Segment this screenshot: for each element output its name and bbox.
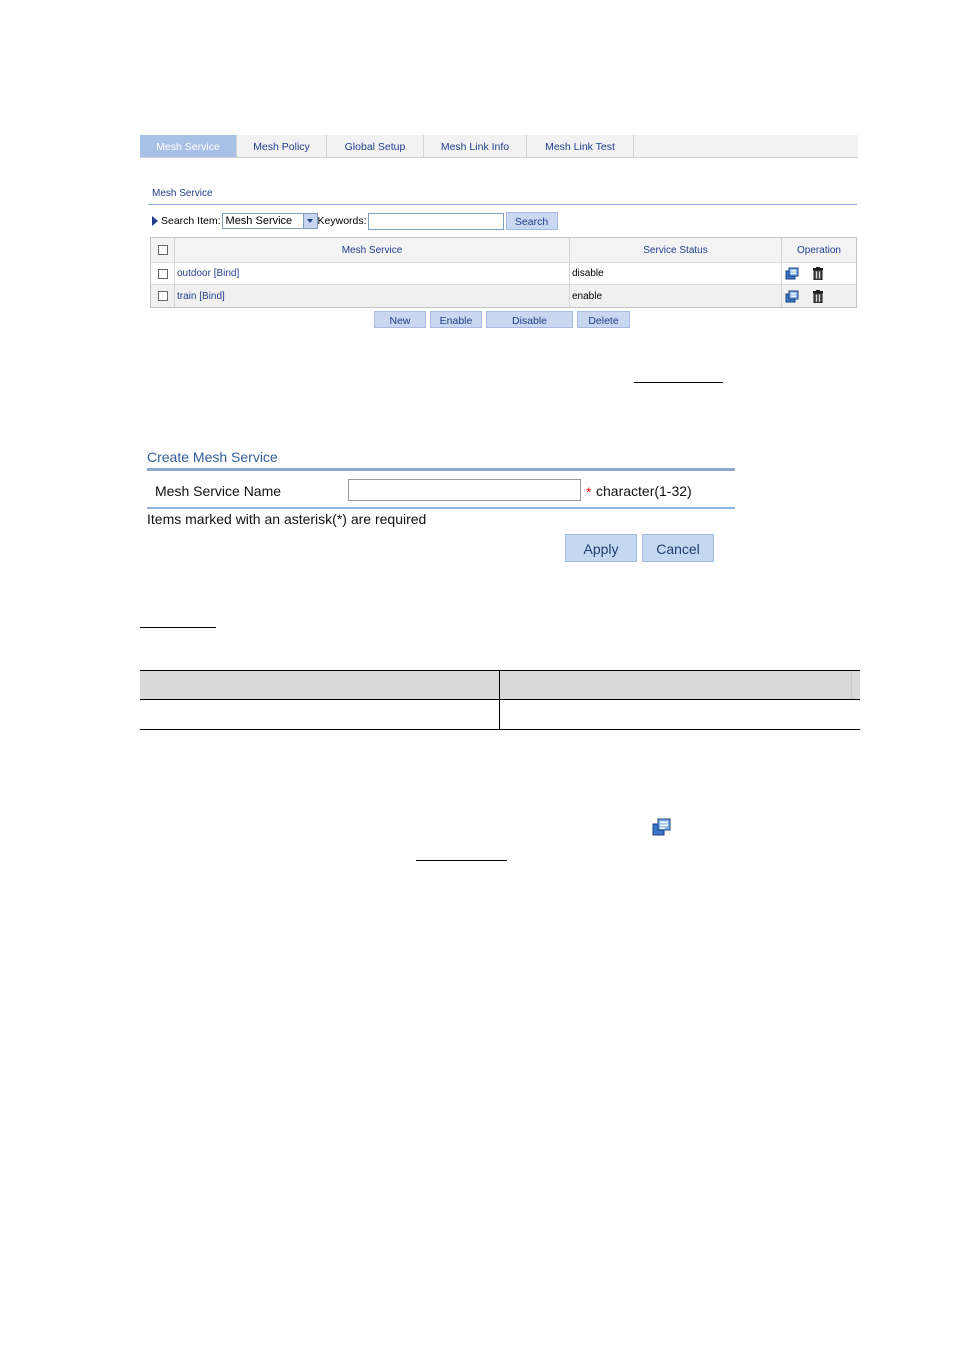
search-bar: Search Item: Mesh Service Keywords: Sear… [152, 211, 558, 231]
table-row: train [Bind] enable [151, 285, 856, 307]
delete-icon[interactable] [813, 267, 823, 281]
doc-table-header-cell [140, 671, 500, 699]
tab-mesh-link-test[interactable]: Mesh Link Test [527, 135, 634, 157]
doc-table-header-cell [500, 671, 852, 699]
keywords-label: Keywords: [317, 215, 367, 227]
required-note: Items marked with an asterisk(*) are req… [147, 511, 427, 527]
section-title: Mesh Service [152, 188, 213, 199]
tab-mesh-service[interactable]: Mesh Service [140, 135, 237, 157]
section-divider [148, 204, 857, 205]
search-item-label: Search Item: [161, 215, 221, 227]
cross-reference-underline[interactable] [416, 860, 507, 861]
mesh-service-link[interactable]: outdoor [Bind] [177, 268, 239, 279]
chevron-down-icon[interactable] [302, 214, 317, 228]
doc-table-row [140, 700, 860, 730]
doc-table-cell [500, 700, 860, 729]
service-status: enable [570, 285, 782, 307]
apply-button[interactable]: Apply [565, 534, 637, 562]
tab-mesh-policy[interactable]: Mesh Policy [237, 135, 327, 157]
cross-reference-underline[interactable] [634, 382, 723, 383]
tab-mesh-link-info[interactable]: Mesh Link Info [424, 135, 527, 157]
keywords-input[interactable] [367, 212, 504, 230]
row-checkbox[interactable] [157, 268, 168, 279]
mesh-service-name-label: Mesh Service Name [155, 483, 282, 499]
mesh-service-link[interactable]: train [Bind] [177, 291, 225, 302]
row-checkbox[interactable] [157, 291, 168, 301]
search-item-selected: Mesh Service [225, 215, 293, 227]
expand-arrow-icon [152, 216, 158, 226]
form-title: Create Mesh Service [147, 449, 278, 465]
required-asterisk: * [586, 484, 592, 500]
search-item-select[interactable]: Mesh Service [221, 213, 318, 229]
doc-table-header [140, 670, 860, 700]
tab-global-setup[interactable]: Global Setup [327, 135, 424, 157]
cancel-button[interactable]: Cancel [642, 534, 714, 562]
col-service-status: Service Status [570, 238, 782, 262]
service-status: disable [570, 263, 782, 284]
col-operation: Operation [797, 244, 841, 256]
list-action-buttons: New Enable Disable Delete [374, 311, 630, 328]
form-title-divider [147, 468, 735, 471]
select-all-checkbox[interactable] [157, 245, 168, 255]
doc-table [140, 670, 860, 730]
edit-icon [652, 818, 671, 836]
cross-reference-underline[interactable] [140, 627, 216, 628]
edit-icon[interactable] [785, 290, 800, 303]
table-header: Mesh Service Service Status Operation [151, 238, 856, 263]
edit-icon[interactable] [785, 267, 800, 280]
table-row: outdoor [Bind] disable [151, 263, 856, 285]
tab-bar: Mesh Service Mesh Policy Global Setup Me… [140, 135, 858, 158]
delete-icon[interactable] [813, 289, 823, 303]
search-button[interactable]: Search [505, 212, 558, 230]
doc-table-cell [140, 700, 500, 729]
enable-button[interactable]: Enable [430, 311, 482, 328]
mesh-service-table: Mesh Service Service Status Operation ou… [150, 237, 857, 308]
mesh-service-name-input[interactable] [348, 479, 581, 501]
new-button[interactable]: New [374, 311, 426, 328]
disable-button[interactable]: Disable [486, 311, 573, 328]
col-mesh-service: Mesh Service [175, 238, 570, 262]
form-divider [147, 507, 735, 509]
delete-button[interactable]: Delete [577, 311, 630, 328]
length-hint: character(1-32) [596, 483, 692, 499]
